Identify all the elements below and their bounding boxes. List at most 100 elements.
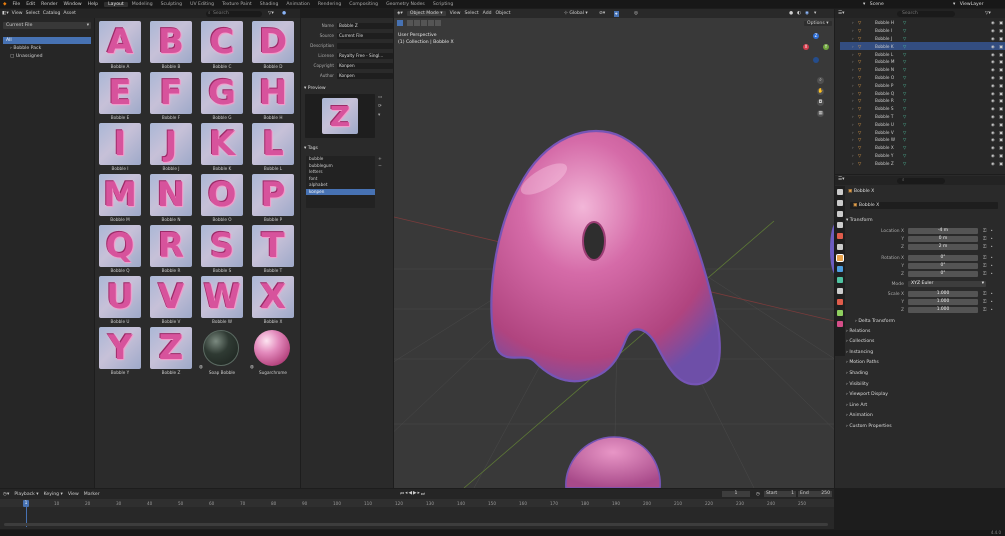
visibility-eye-icon[interactable]: ◉ bbox=[991, 114, 995, 119]
render-camera-icon[interactable]: ▣ bbox=[999, 98, 1003, 103]
keyframe-dot-icon[interactable]: • bbox=[990, 272, 993, 277]
material-tab-icon[interactable] bbox=[837, 321, 843, 327]
rotation-value-field[interactable]: 0° bbox=[908, 270, 978, 278]
shading-solid-icon[interactable]: ● bbox=[789, 11, 793, 16]
outliner-row[interactable]: › ▽ Bobble M ▽ ◉ ▣ bbox=[840, 58, 1005, 66]
outliner-row[interactable]: › ▽ Bobble S ▽ ◉ ▣ bbox=[840, 105, 1005, 113]
render-camera-icon[interactable]: ▣ bbox=[999, 161, 1003, 166]
properties-type-icon[interactable]: ☰▾ bbox=[838, 177, 844, 182]
visibility-eye-icon[interactable]: ◉ bbox=[991, 20, 995, 25]
preview-menu-icon[interactable]: ▾ bbox=[378, 113, 380, 118]
render-camera-icon[interactable]: ▣ bbox=[999, 20, 1003, 25]
asset-tile[interactable]: C Bobble C bbox=[199, 21, 245, 72]
location-value-field[interactable]: -4 m bbox=[908, 227, 978, 235]
outliner-row[interactable]: › ▽ Bobble P ▽ ◉ ▣ bbox=[840, 81, 1005, 89]
asset-tile[interactable]: U Bobble U bbox=[97, 276, 143, 327]
shading-options-icon[interactable]: ▾ bbox=[814, 11, 816, 16]
field-value[interactable]: Royalty Free - Singl... bbox=[337, 52, 393, 59]
filter-icon[interactable]: ▽▾ bbox=[268, 11, 274, 16]
editor-type-icon[interactable]: ◧▾ bbox=[2, 11, 9, 16]
asset-tile[interactable]: Soap Bobble ◍ bbox=[199, 327, 245, 378]
outliner-row[interactable]: › ▽ Bobble I ▽ ◉ ▣ bbox=[840, 27, 1005, 35]
keyframe-dot-icon[interactable]: • bbox=[990, 245, 993, 250]
tab-modeling[interactable]: Modeling bbox=[128, 2, 157, 7]
zoom-icon[interactable]: ⌕ bbox=[817, 77, 824, 84]
render-camera-icon[interactable]: ▣ bbox=[999, 52, 1003, 57]
outliner-row[interactable]: › ▽ Bobble R ▽ ◉ ▣ bbox=[840, 97, 1005, 105]
library-selector[interactable]: Current File ▾ bbox=[3, 22, 91, 29]
menu-marker[interactable]: Marker bbox=[84, 492, 100, 497]
expand-arrow-icon[interactable]: › bbox=[852, 59, 854, 64]
section-visibility[interactable]: › Visibility bbox=[846, 379, 1001, 389]
asset-tile[interactable]: J Bobble J bbox=[148, 123, 194, 174]
keyframe-dot-icon[interactable]: • bbox=[990, 229, 993, 234]
visibility-eye-icon[interactable]: ◉ bbox=[991, 59, 995, 64]
render-camera-icon[interactable]: ▣ bbox=[999, 28, 1003, 33]
scale-value-field[interactable]: 1.000 bbox=[908, 298, 978, 306]
outliner-row[interactable]: › ▽ Bobble Y ▽ ◉ ▣ bbox=[840, 152, 1005, 160]
visibility-eye-icon[interactable]: ◉ bbox=[991, 161, 995, 166]
asset-tile[interactable]: D Bobble D bbox=[250, 21, 296, 72]
asset-tile[interactable]: Sugarchrome ◍ bbox=[250, 327, 296, 378]
jump-start-icon[interactable]: ⏮ bbox=[400, 491, 404, 497]
delta-transform-section[interactable]: › Delta Transform bbox=[855, 316, 995, 326]
prev-keyframe-icon[interactable]: ◂ bbox=[405, 491, 407, 497]
lock-icon[interactable]: ⚿ bbox=[983, 228, 986, 234]
asset-tile[interactable]: I Bobble I bbox=[97, 123, 143, 174]
section-viewport-display[interactable]: › Viewport Display bbox=[846, 390, 1001, 400]
expand-arrow-icon[interactable]: › bbox=[852, 98, 854, 103]
editor-type-icon[interactable]: ◈▾ bbox=[397, 11, 403, 16]
menu-add[interactable]: Add bbox=[483, 11, 492, 16]
render-camera-icon[interactable]: ▣ bbox=[999, 153, 1003, 158]
location-value-field[interactable]: 0 m bbox=[908, 235, 978, 243]
gizmo-y-axis-icon[interactable]: Y bbox=[823, 44, 829, 50]
shading-rendered-icon[interactable]: ◉ bbox=[805, 11, 809, 16]
camera-view-icon[interactable]: ◘ bbox=[817, 99, 824, 106]
menu-catalog[interactable]: Catalog bbox=[43, 11, 61, 16]
render-camera-icon[interactable]: ▣ bbox=[999, 114, 1003, 119]
navigation-gizmo[interactable]: Z Y X bbox=[801, 31, 831, 71]
tab-sculpting[interactable]: Sculpting bbox=[157, 2, 186, 7]
asset-tile[interactable]: G Bobble G bbox=[199, 72, 245, 123]
render-camera-icon[interactable]: ▣ bbox=[999, 122, 1003, 127]
select-mode-intersect-icon[interactable] bbox=[435, 20, 441, 26]
tab-geometry-nodes[interactable]: Geometry Nodes bbox=[382, 2, 429, 7]
menu-object[interactable]: Object bbox=[496, 11, 511, 16]
visibility-eye-icon[interactable]: ◉ bbox=[991, 145, 995, 150]
output-tab-icon[interactable] bbox=[837, 211, 843, 217]
render-tab-icon[interactable] bbox=[837, 200, 843, 206]
outliner-type-icon[interactable]: ☰▾ bbox=[838, 11, 844, 16]
catalog-item-all[interactable]: All bbox=[3, 37, 91, 44]
render-camera-icon[interactable]: ▣ bbox=[999, 130, 1003, 135]
keyframe-dot-icon[interactable]: • bbox=[990, 308, 993, 313]
visibility-eye-icon[interactable]: ◉ bbox=[991, 36, 995, 41]
section-line-art[interactable]: › Line Art bbox=[846, 400, 1001, 410]
snap-toggle-icon[interactable]: ⌖ bbox=[614, 10, 619, 17]
expand-arrow-icon[interactable]: › bbox=[852, 145, 854, 150]
location-value-field[interactable]: 2 m bbox=[908, 243, 978, 251]
asset-tile[interactable]: R Bobble R bbox=[148, 225, 194, 276]
expand-arrow-icon[interactable]: › bbox=[852, 137, 854, 142]
blender-logo-icon[interactable]: ◆ bbox=[0, 2, 10, 7]
asset-tile[interactable]: B Bobble B bbox=[148, 21, 194, 72]
menu-select[interactable]: Select bbox=[464, 11, 478, 16]
expand-arrow-icon[interactable]: › bbox=[852, 75, 854, 80]
end-frame-field[interactable]: End 250 bbox=[798, 490, 832, 498]
jump-end-icon[interactable]: ⏭ bbox=[421, 491, 425, 497]
tags-panel-header[interactable]: ▾ Tags bbox=[304, 145, 392, 152]
render-camera-icon[interactable]: ▣ bbox=[999, 83, 1003, 88]
preview-panel-header[interactable]: ▾ Preview bbox=[304, 85, 392, 92]
field-value[interactable]: Konpen bbox=[337, 72, 393, 79]
visibility-eye-icon[interactable]: ◉ bbox=[991, 106, 995, 111]
lock-icon[interactable]: ⚿ bbox=[983, 244, 986, 250]
tab-scripting[interactable]: Scripting bbox=[429, 2, 457, 7]
catalog-item-unassigned[interactable]: ▢ Unassigned bbox=[10, 53, 43, 60]
tab-texture-paint[interactable]: Texture Paint bbox=[218, 2, 256, 7]
display-settings-icon[interactable]: ● bbox=[282, 11, 286, 16]
timeline-scrollbar[interactable] bbox=[4, 523, 828, 526]
shading-material-icon[interactable]: ◐ bbox=[797, 11, 801, 16]
tab-animation[interactable]: Animation bbox=[282, 2, 313, 7]
options-button[interactable]: Options ▾ bbox=[804, 21, 832, 26]
outliner-row[interactable]: › ▽ Bobble Q ▽ ◉ ▣ bbox=[840, 89, 1005, 97]
render-camera-icon[interactable]: ▣ bbox=[999, 36, 1003, 41]
